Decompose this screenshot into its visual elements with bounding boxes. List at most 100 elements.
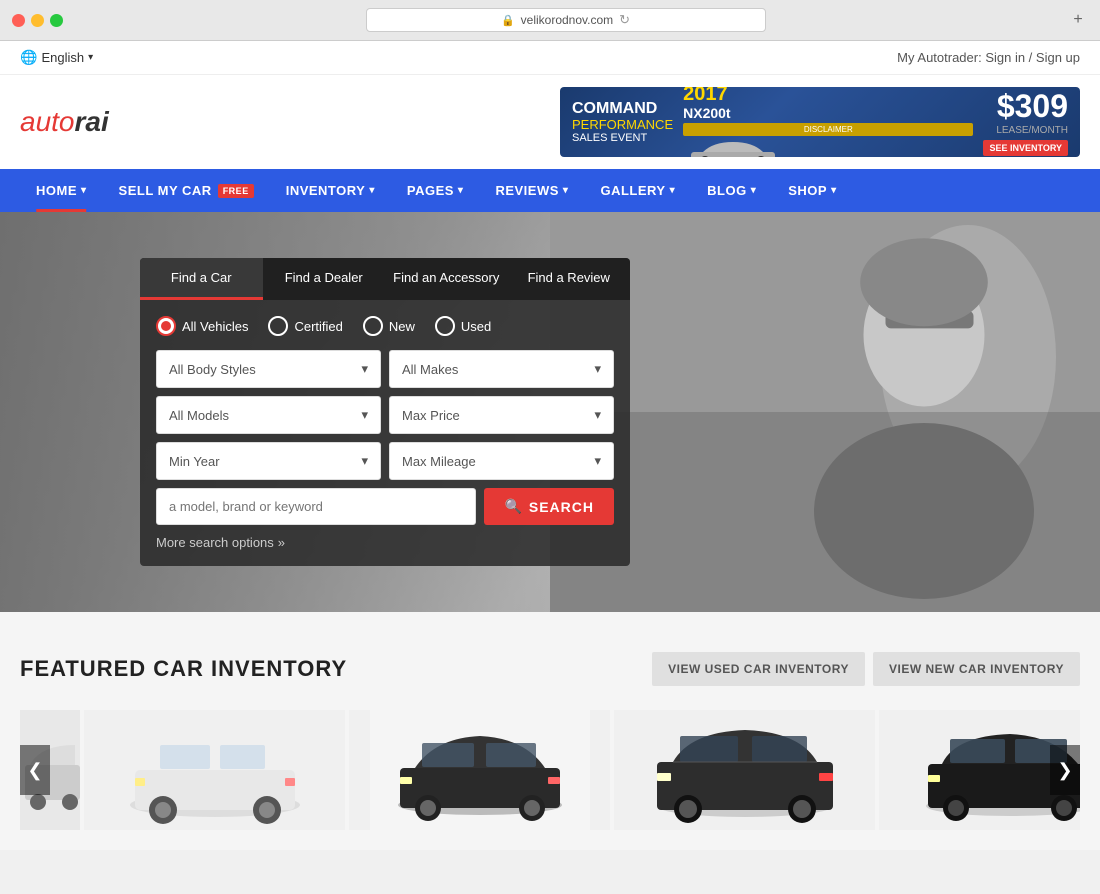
ad-banner-left: COMMAND PERFORMANCE SALES EVENT: [572, 101, 673, 144]
models-label: All Models: [169, 408, 229, 423]
nav-link-blog[interactable]: BLOG ▾: [691, 169, 772, 212]
ad-banner-right: $309 LEASE/MONTH SEE INVENTORY: [983, 88, 1068, 156]
radio-all-vehicles-circle: [156, 316, 176, 336]
traffic-lights: [12, 14, 63, 27]
hero-person-svg: [550, 212, 1100, 612]
carousel-next-button[interactable]: ❯: [1050, 745, 1080, 795]
body-style-dropdown[interactable]: All Body Styles ▾: [156, 350, 381, 388]
nav-link-home[interactable]: HOME ▾: [20, 169, 103, 212]
nav-label-reviews: REVIEWS: [495, 183, 558, 198]
tab-find-review-label: Find a Review: [528, 270, 610, 285]
makes-chevron-icon: ▾: [594, 361, 601, 377]
radio-new-circle: [363, 316, 383, 336]
nav-link-reviews[interactable]: REVIEWS ▾: [479, 169, 584, 212]
view-new-inventory-button[interactable]: VIEW NEW CAR INVENTORY: [873, 652, 1080, 686]
ad-sales: SALES EVENT: [572, 132, 673, 144]
site-logo[interactable]: autorai: [20, 106, 109, 138]
search-icon: 🔍: [504, 498, 522, 515]
nav-item-shop: SHOP ▾: [772, 169, 852, 212]
tab-find-car[interactable]: Find a Car: [140, 258, 263, 300]
nav-item-gallery: GALLERY ▾: [584, 169, 691, 212]
url-text: velikorodnov.com: [521, 13, 613, 27]
refresh-icon[interactable]: ↻: [619, 12, 630, 28]
more-options-label: More search options: [156, 535, 274, 550]
logo-auto: auto: [20, 106, 75, 137]
car-card-2[interactable]: [349, 710, 610, 830]
radio-certified-label: Certified: [294, 319, 342, 334]
more-search-options[interactable]: More search options »: [156, 535, 614, 550]
nav-link-pages[interactable]: PAGES ▾: [391, 169, 480, 212]
nav-item-pages: PAGES ▾: [391, 169, 480, 212]
nav-label-home: HOME: [36, 183, 77, 198]
browser-chrome: 🔒 velikorodnov.com ↻ +: [0, 0, 1100, 41]
ad-center: NEW LEXUS 2017 NX200t DISCLAIMER: [683, 87, 973, 157]
nav-item-blog: BLOG ▾: [691, 169, 772, 212]
radio-certified[interactable]: Certified: [268, 316, 342, 336]
nav-link-inventory[interactable]: INVENTORY ▾: [270, 169, 391, 212]
nav-link-gallery[interactable]: GALLERY ▾: [584, 169, 691, 212]
language-chevron-icon: ▾: [88, 52, 93, 63]
inventory-buttons: VIEW USED CAR INVENTORY VIEW NEW CAR INV…: [652, 652, 1080, 686]
nav-label-blog: BLOG: [707, 183, 747, 198]
max-price-dropdown[interactable]: Max Price ▾: [389, 396, 614, 434]
tab-find-accessory[interactable]: Find an Accessory: [385, 258, 508, 300]
pages-chevron-icon: ▾: [458, 185, 464, 196]
search-input-row: 🔍 SEARCH: [156, 488, 614, 525]
car-2-svg: [370, 710, 590, 830]
makes-label: All Makes: [402, 362, 458, 377]
radio-all-vehicles-label: All Vehicles: [182, 319, 248, 334]
main-nav: HOME ▾ SELL MY CAR FREE INVENTORY ▾ PAGE…: [0, 169, 1100, 212]
featured-header: FEATURED CAR INVENTORY VIEW USED CAR INV…: [20, 652, 1080, 686]
carousel-prev-button[interactable]: ❮: [20, 745, 50, 795]
ad-banner[interactable]: COMMAND PERFORMANCE SALES EVENT NEW LEXU…: [560, 87, 1080, 157]
tab-find-review[interactable]: Find a Review: [508, 258, 631, 300]
nav-link-shop[interactable]: SHOP ▾: [772, 169, 852, 212]
car-card-1[interactable]: [84, 710, 345, 830]
min-year-chevron-icon: ▾: [361, 453, 368, 469]
models-chevron-icon: ▾: [361, 407, 368, 423]
site-wrapper: 🌐 English ▾ My Autotrader: Sign in / Sig…: [0, 41, 1100, 850]
featured-title: FEATURED CAR INVENTORY: [20, 656, 347, 682]
nav-item-inventory: INVENTORY ▾: [270, 169, 391, 212]
max-mileage-dropdown[interactable]: Max Mileage ▾: [389, 442, 614, 480]
tab-find-dealer-label: Find a Dealer: [285, 270, 363, 285]
site-header: autorai COMMAND PERFORMANCE SALES EVENT …: [0, 75, 1100, 169]
language-selector[interactable]: 🌐 English ▾: [20, 49, 93, 66]
nav-link-sell[interactable]: SELL MY CAR FREE: [103, 169, 270, 212]
ad-disclaimer: DISCLAIMER: [683, 123, 973, 136]
radio-all-vehicles[interactable]: All Vehicles: [156, 316, 248, 336]
blog-chevron-icon: ▾: [751, 185, 757, 196]
car-3-svg: [635, 710, 855, 830]
min-year-dropdown[interactable]: Min Year ▾: [156, 442, 381, 480]
tab-find-dealer[interactable]: Find a Dealer: [263, 258, 386, 300]
keyword-input[interactable]: [156, 488, 476, 525]
makes-dropdown[interactable]: All Makes ▾: [389, 350, 614, 388]
min-year-label: Min Year: [169, 454, 220, 469]
ad-price: $309: [983, 88, 1068, 125]
new-tab-button[interactable]: +: [1068, 10, 1088, 30]
dropdown-row-2: All Models ▾ Max Price ▾: [156, 396, 614, 434]
view-used-inventory-button[interactable]: VIEW USED CAR INVENTORY: [652, 652, 865, 686]
nav-label-inventory: INVENTORY: [286, 183, 366, 198]
home-chevron-icon: ▾: [81, 185, 87, 196]
nav-item-sell: SELL MY CAR FREE: [103, 169, 270, 212]
close-button[interactable]: [12, 14, 25, 27]
url-bar[interactable]: 🔒 velikorodnov.com ↻: [366, 8, 766, 32]
user-links: My Autotrader: Sign in / Sign up: [897, 50, 1080, 65]
search-button-label: SEARCH: [529, 499, 594, 515]
minimize-button[interactable]: [31, 14, 44, 27]
ad-perf: PERFORMANCE: [572, 117, 673, 132]
featured-section: FEATURED CAR INVENTORY VIEW USED CAR INV…: [0, 612, 1100, 850]
search-body: All Vehicles Certified New Used: [140, 300, 630, 566]
maximize-button[interactable]: [50, 14, 63, 27]
radio-used-circle: [435, 316, 455, 336]
search-button[interactable]: 🔍 SEARCH: [484, 488, 614, 525]
radio-used[interactable]: Used: [435, 316, 491, 336]
user-links-text: My Autotrader: Sign in / Sign up: [897, 50, 1080, 65]
ad-see-inventory: SEE INVENTORY: [983, 140, 1068, 156]
models-dropdown[interactable]: All Models ▾: [156, 396, 381, 434]
car-card-3[interactable]: [614, 710, 875, 830]
max-price-label: Max Price: [402, 408, 460, 423]
radio-new[interactable]: New: [363, 316, 415, 336]
reviews-chevron-icon: ▾: [563, 185, 569, 196]
